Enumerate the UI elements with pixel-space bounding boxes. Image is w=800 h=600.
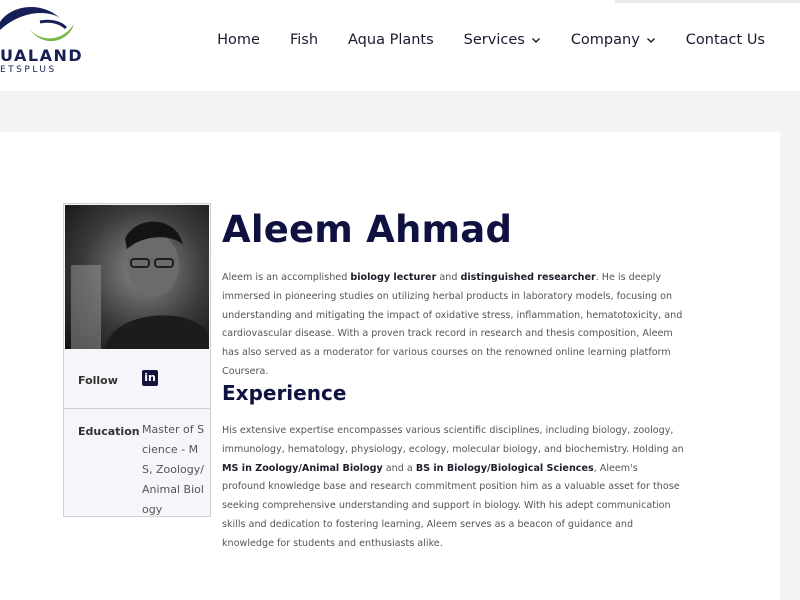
profile-photo [65, 205, 209, 349]
education-row: Education Master of Science - MS, Zoolog… [64, 409, 210, 516]
nav-company-label: Company [570, 32, 640, 48]
site-header: UALAND ETSPLUS Home Fish Aqua Plants Ser… [0, 0, 800, 91]
experience-heading: Experience [222, 381, 347, 405]
site-logo[interactable]: UALAND ETSPLUS [0, 0, 120, 91]
nav-home-label: Home [217, 32, 260, 48]
nav-fish[interactable]: Fish [290, 32, 318, 48]
exp-bold-1: MS in Zoology/Animal Biology [222, 462, 383, 474]
follow-label: Follow [78, 374, 118, 387]
exp-text-1: His extensive expertise encompasses vari… [222, 425, 684, 455]
nav-fish-label: Fish [289, 32, 319, 48]
exp-text-3: , Aleem's profound knowledge base and re… [222, 462, 680, 549]
header-accent-strip [615, 0, 800, 3]
bio-bold-1: biology lecturer [350, 272, 437, 283]
bio-bold-2: distinguished researcher [460, 272, 596, 283]
exp-bold-2: BS in Biology/Biological Sciences [415, 462, 594, 474]
bio-text-2: and [436, 272, 461, 283]
chevron-down-icon [646, 38, 655, 43]
chevron-down-icon [531, 38, 540, 43]
nav-aqua-plants[interactable]: Aqua Plants [348, 32, 434, 48]
education-label: Education [78, 425, 140, 438]
profile-sidebar: Follow in Education Master of Science - … [63, 203, 211, 517]
exp-text-2: and a [382, 462, 416, 474]
profile-card: Follow in Education Master of Science - … [0, 132, 780, 600]
follow-row: Follow in [64, 350, 210, 409]
education-value: Master of Science - MS, Zoology/Animal B… [142, 423, 205, 516]
logo-wordmark: UALAND [0, 46, 84, 65]
logo-subtitle: ETSPLUS [0, 65, 57, 75]
bio-paragraph: Aleem is an accomplished biology lecture… [222, 269, 684, 382]
nav-aqua-plants-label: Aqua Plants [348, 32, 434, 48]
linkedin-icon[interactable]: in [142, 370, 158, 386]
logo-wave-icon [0, 6, 74, 42]
bio-text-3: . He is deeply immersed in pioneering st… [222, 272, 683, 377]
main-nav: Home Fish Aqua Plants Services Company C… [217, 30, 765, 50]
experience-paragraph: His extensive expertise encompasses vari… [222, 422, 684, 554]
bio-text-1: Aleem is an accomplished [222, 272, 351, 283]
person-silhouette-icon [71, 221, 209, 349]
nav-home[interactable]: Home [217, 32, 260, 48]
nav-contact-us-label: Contact Us [685, 32, 765, 48]
nav-contact-us[interactable]: Contact Us [686, 32, 765, 48]
nav-company[interactable]: Company [571, 32, 656, 48]
nav-services[interactable]: Services [464, 32, 541, 48]
nav-services-label: Services [463, 32, 525, 48]
profile-name: Aleem Ahmad [222, 208, 513, 251]
